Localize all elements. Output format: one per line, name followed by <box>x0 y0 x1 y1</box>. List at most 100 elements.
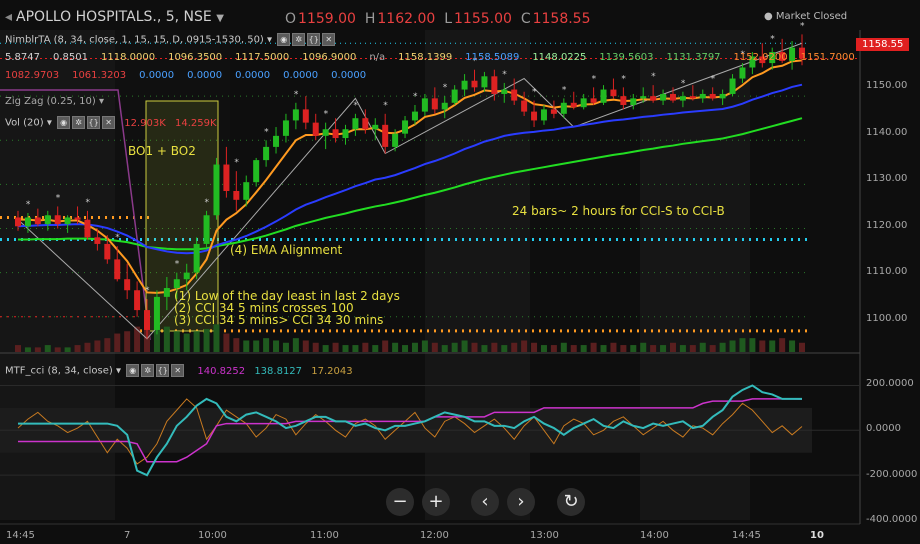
nimblr-value: 0.0000 <box>331 70 367 81</box>
cci-tick: 200.0000 <box>866 378 914 389</box>
market-status: ● Market Closed <box>764 11 848 22</box>
candle-body <box>660 93 667 101</box>
nimblr-value: 0.0000 <box>187 70 223 81</box>
volume-bar <box>590 342 597 352</box>
chart-canvas[interactable]: ** ********** ****** ** * ** **** <box>0 0 920 544</box>
fractal-marker: * <box>294 90 299 100</box>
code-icon[interactable]: {} <box>307 33 321 46</box>
cci-value-3: 17.2043 <box>311 365 353 377</box>
nimblr-legend[interactable]: NimblrTA (8, 34, close, 1, 15, 15, D, 09… <box>5 33 336 46</box>
symbol-header[interactable]: ◂ APOLLO HOSPITALS., 5, NSE ▼ <box>5 9 224 25</box>
cci-value-1: 140.8252 <box>197 365 246 377</box>
close-icon[interactable]: ✕ <box>171 364 185 377</box>
candle-body <box>173 279 180 289</box>
volume-bar <box>282 342 289 352</box>
candle-body <box>402 120 409 134</box>
candle-body <box>94 237 101 244</box>
candle-body <box>719 93 726 99</box>
time-tick: 11:00 <box>310 530 339 541</box>
vol-value-1: 12.903K <box>124 117 166 129</box>
volume-bar <box>699 342 706 352</box>
close-icon[interactable]: ✕ <box>322 33 336 46</box>
vol-legend[interactable]: Vol (20) ▾ ◉ ✲{} ✕ 12.903K 14.259K <box>5 116 217 129</box>
symbol-title: APOLLO HOSPITALS., 5, NSE <box>16 9 212 25</box>
eye-icon[interactable]: ◉ <box>57 116 71 129</box>
fractal-marker: * <box>353 101 358 111</box>
candle-body <box>699 93 706 99</box>
chevron-down-icon[interactable]: ▾ <box>99 96 104 107</box>
volume-bar <box>273 340 280 352</box>
volume-bar <box>203 328 210 352</box>
volume-bar <box>540 345 547 352</box>
nimblr-value: 0.0000 <box>283 70 319 81</box>
volume-bar <box>779 338 786 352</box>
last-price-badge: 1158.55 <box>856 38 910 51</box>
collapse-icon[interactable]: ◂ <box>5 9 12 25</box>
candle-body <box>630 98 637 105</box>
candle-body <box>153 296 160 330</box>
volume-bar <box>34 347 41 352</box>
scroll-left-button[interactable]: ‹ <box>471 488 499 516</box>
code-icon[interactable]: {} <box>156 364 170 377</box>
volume-bar <box>24 347 31 352</box>
candle-body <box>282 120 289 136</box>
scroll-right-button[interactable]: › <box>507 488 535 516</box>
cci-legend[interactable]: MTF_cci (8, 34, close) ▾ ◉ ✲{} ✕ 140.8252 … <box>5 364 353 377</box>
zigzag-legend[interactable]: Zig Zag (0.25, 10) ▾ <box>5 96 104 107</box>
nimblr-value: 1158.5089 <box>465 52 520 63</box>
volume-bar <box>332 342 339 352</box>
candle-body <box>729 78 736 94</box>
fractal-marker: * <box>145 286 150 296</box>
chevron-down-icon[interactable]: ▾ <box>116 366 121 377</box>
volume-bar <box>253 340 260 352</box>
volume-bar <box>163 326 170 352</box>
candle-body <box>144 310 151 330</box>
fractal-marker: * <box>562 85 567 95</box>
candle-body <box>491 76 498 94</box>
eye-icon[interactable]: ◉ <box>126 364 140 377</box>
volume-bar <box>173 331 180 352</box>
volume-bar <box>213 324 220 352</box>
volume-bar <box>600 345 607 352</box>
nimblr-value: n/a <box>369 52 386 63</box>
volume-bar <box>312 342 319 352</box>
zoom-in-button[interactable]: + <box>422 488 450 516</box>
candle-body <box>461 80 468 90</box>
nimblr-value: 5.8747 <box>5 52 40 63</box>
time-tick: 10 <box>810 530 824 541</box>
nimblr-value: 0.8501 <box>53 52 88 63</box>
candle-body <box>689 96 696 99</box>
nimblr-value: 1096.3500 <box>168 52 223 63</box>
ohlc-readout: O 1159.00 H 1162.00 L 1155.00 C 1158.55 <box>285 11 591 27</box>
candle-body <box>84 219 91 238</box>
eye-icon[interactable]: ◉ <box>277 33 291 46</box>
candle-body <box>560 102 567 114</box>
gear-icon[interactable]: ✲ <box>72 116 86 129</box>
chevron-down-icon[interactable]: ▾ <box>47 118 52 129</box>
code-icon[interactable]: {} <box>87 116 101 129</box>
candle-body <box>511 89 518 101</box>
fractal-marker: * <box>770 35 775 45</box>
volume-bar <box>84 342 91 352</box>
gear-icon[interactable]: ✲ <box>141 364 155 377</box>
annotation-cond3: (3) CCI 34 5 mins> CCI 34 30 mins <box>174 313 384 327</box>
annotation-bars: 24 bars~ 2 hours for CCI-S to CCI-B <box>512 204 725 218</box>
volume-bar <box>550 345 557 352</box>
candle-body <box>203 215 210 244</box>
volume-bar <box>689 345 696 352</box>
volume-bar <box>759 340 766 352</box>
chevron-down-icon[interactable]: ▾ <box>267 35 272 46</box>
zoom-out-button[interactable]: − <box>386 488 414 516</box>
candle-body <box>44 215 51 225</box>
reset-chart-button[interactable]: ↻ <box>557 488 585 516</box>
gear-icon[interactable]: ✲ <box>292 33 306 46</box>
close-icon[interactable]: ✕ <box>102 116 116 129</box>
volume-bar <box>570 345 577 352</box>
volume-bar <box>193 331 200 352</box>
volume-bar <box>382 340 389 352</box>
fractal-marker: * <box>621 74 626 84</box>
candle-body <box>253 160 260 183</box>
fractal-marker: * <box>592 74 597 84</box>
chevron-down-icon[interactable]: ▼ <box>216 13 224 24</box>
volume-bar <box>640 342 647 352</box>
